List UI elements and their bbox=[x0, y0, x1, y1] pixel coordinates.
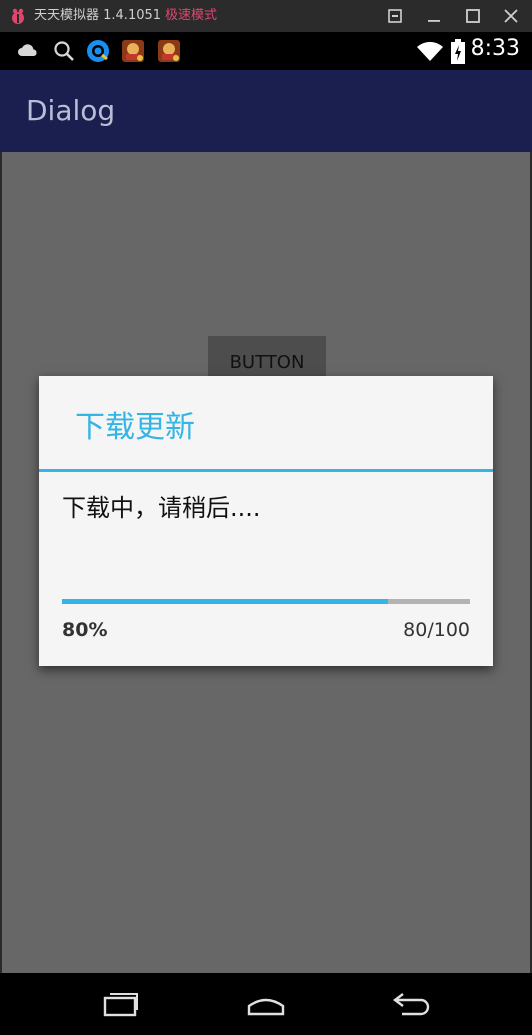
home-icon[interactable] bbox=[244, 986, 288, 1022]
minimize-icon[interactable] bbox=[424, 6, 444, 26]
progress-bar bbox=[62, 599, 470, 604]
navigation-bar bbox=[0, 973, 532, 1035]
action-bar: Dialog bbox=[0, 70, 532, 152]
search-icon bbox=[52, 39, 76, 63]
status-time: 8:33 bbox=[470, 36, 520, 61]
qq-browser-icon bbox=[86, 39, 110, 63]
status-bar: 8:33 bbox=[0, 32, 532, 70]
cloud-icon bbox=[16, 39, 40, 63]
progress-dialog: 下载更新 下载中，请稍后.... 80% 80/100 bbox=[39, 376, 493, 666]
battery-icon bbox=[450, 39, 466, 64]
recent-apps-icon[interactable] bbox=[99, 986, 143, 1022]
game-app-icon bbox=[157, 39, 181, 63]
page-title: Dialog bbox=[26, 94, 116, 127]
progress-count: 80/100 bbox=[403, 619, 470, 641]
emulator-title-text: 天天模拟器 1.4.1051 bbox=[34, 8, 162, 23]
back-icon[interactable] bbox=[390, 986, 434, 1022]
dialog-title-divider bbox=[39, 469, 493, 472]
maximize-icon[interactable] bbox=[463, 6, 483, 26]
progress-percent: 80% bbox=[62, 619, 108, 641]
emulator-logo-icon bbox=[9, 7, 27, 25]
emulator-mode-label: 极速模式 bbox=[165, 8, 218, 23]
restore-icon[interactable] bbox=[385, 6, 405, 26]
progress-bar-fill bbox=[62, 599, 389, 604]
dialog-message: 下载中，请稍后.... bbox=[62, 494, 261, 522]
emulator-title: 天天模拟器 1.4.1051 极速模式 bbox=[34, 7, 217, 25]
wifi-icon bbox=[416, 39, 444, 63]
dialog-title: 下载更新 bbox=[75, 410, 195, 445]
game-app-icon bbox=[121, 39, 145, 63]
emulator-title-bar: 天天模拟器 1.4.1051 极速模式 bbox=[0, 0, 532, 32]
close-icon[interactable] bbox=[501, 6, 521, 26]
